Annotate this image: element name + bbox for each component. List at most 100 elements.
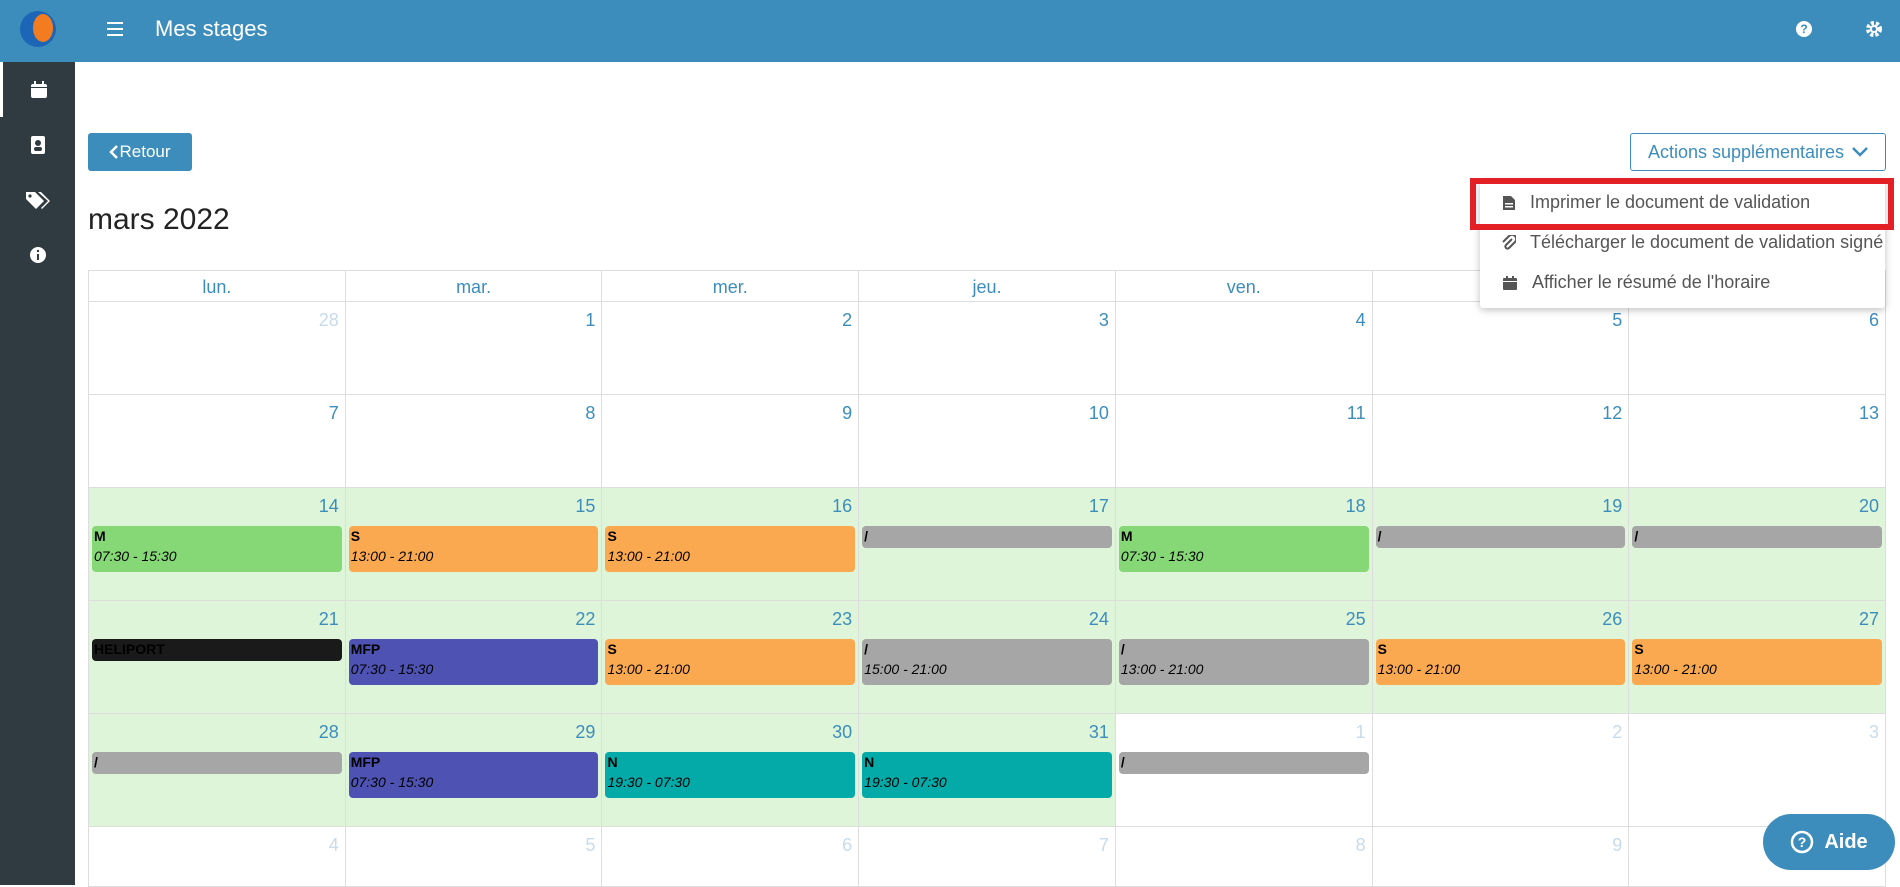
- schedule-event[interactable]: S 13:00 - 21:00: [348, 526, 599, 572]
- schedule-event[interactable]: /: [1118, 752, 1369, 774]
- svg-text:?: ?: [1798, 834, 1807, 850]
- calendar-day-cell[interactable]: 6: [1629, 302, 1887, 395]
- event-code: S: [1377, 641, 1387, 657]
- schedule-event[interactable]: / 13:00 - 21:00: [1118, 639, 1369, 685]
- day-number: 2: [842, 310, 853, 330]
- menu-item-schedule-summary[interactable]: Afficher le résumé de l'horaire: [1502, 272, 1770, 293]
- calendar-day-cell[interactable]: 14 M 07:30 - 15:30: [88, 488, 346, 601]
- event-time: 07:30 - 15:30: [350, 774, 434, 790]
- day-number: 23: [832, 609, 853, 629]
- menu-toggle-icon[interactable]: [107, 22, 123, 38]
- calendar-day-cell[interactable]: 26 S 13:00 - 21:00: [1372, 601, 1630, 714]
- help-icon[interactable]: ?: [1795, 20, 1813, 43]
- calendar-day-cell[interactable]: 27 S 13:00 - 21:00: [1629, 601, 1887, 714]
- day-number: 16: [832, 496, 853, 516]
- event-code: /: [864, 528, 869, 544]
- calendar-day-cell[interactable]: 30 N 19:30 - 07:30: [602, 714, 860, 827]
- schedule-event[interactable]: HELIPORT: [92, 639, 342, 661]
- sidebar-item-contacts[interactable]: [0, 117, 75, 172]
- calendar-day-cell[interactable]: 11: [1115, 395, 1373, 488]
- calendar-day-cell[interactable]: 25 / 13:00 - 21:00: [1115, 601, 1373, 714]
- gear-icon[interactable]: [1865, 20, 1883, 43]
- calendar-day-cell[interactable]: 6: [602, 827, 860, 887]
- calendar-day-cell[interactable]: 7: [859, 827, 1116, 887]
- calendar-day-cell[interactable]: 17 /: [859, 488, 1116, 601]
- calendar-day-cell[interactable]: 2: [602, 302, 860, 395]
- calendar-day-cell[interactable]: 20 /: [1629, 488, 1887, 601]
- schedule-event[interactable]: /: [1375, 526, 1626, 548]
- calendar-day-cell[interactable]: 15 S 13:00 - 21:00: [345, 488, 603, 601]
- schedule-event[interactable]: MFP 07:30 - 15:30: [348, 639, 599, 685]
- more-actions-button[interactable]: Actions supplémentaires: [1630, 133, 1886, 171]
- calendar-day-cell[interactable]: 12: [1372, 395, 1630, 488]
- schedule-event[interactable]: S 13:00 - 21:00: [605, 526, 856, 572]
- event-code: /: [1634, 528, 1639, 544]
- schedule-event[interactable]: MFP 07:30 - 15:30: [348, 752, 599, 798]
- day-number: 30: [832, 722, 853, 742]
- calendar-day-cell[interactable]: 22 MFP 07:30 - 15:30: [345, 601, 603, 714]
- calendar-day-cell[interactable]: 8: [345, 395, 603, 488]
- day-number: 26: [1602, 609, 1623, 629]
- menu-item-download-signed[interactable]: Télécharger le document de validation si…: [1502, 232, 1883, 253]
- calendar-day-cell[interactable]: 3: [1629, 714, 1887, 827]
- calendar-day-cell[interactable]: 18 M 07:30 - 15:30: [1115, 488, 1373, 601]
- calendar-day-cell[interactable]: 1/: [1115, 714, 1373, 827]
- app-logo[interactable]: [0, 0, 75, 62]
- schedule-event[interactable]: M 07:30 - 15:30: [1118, 526, 1369, 572]
- day-number: 28: [318, 722, 339, 742]
- schedule-event[interactable]: /: [92, 752, 342, 774]
- schedule-event[interactable]: / 15:00 - 21:00: [862, 639, 1112, 685]
- calendar-day-cell[interactable]: 10: [859, 395, 1116, 488]
- schedule-event[interactable]: /: [1632, 526, 1883, 548]
- calendar-day-cell[interactable]: 13: [1629, 395, 1887, 488]
- calendar-day-cell[interactable]: 16 S 13:00 - 21:00: [602, 488, 860, 601]
- sidebar-item-calendar[interactable]: [0, 62, 75, 117]
- help-chat-button[interactable]: ? Aide: [1763, 814, 1895, 870]
- back-button[interactable]: Retour: [88, 133, 192, 171]
- schedule-event[interactable]: S 13:00 - 21:00: [605, 639, 856, 685]
- month-title: mars 2022: [88, 203, 230, 236]
- menu-item-label: Télécharger le document de validation si…: [1530, 232, 1884, 252]
- day-number: 12: [1602, 403, 1623, 423]
- schedule-event[interactable]: M 07:30 - 15:30: [92, 526, 342, 572]
- day-number: 4: [328, 835, 339, 855]
- event-time: 13:00 - 21:00: [607, 661, 690, 677]
- calendar-day-cell[interactable]: 8: [1115, 827, 1373, 887]
- sidebar-item-tags[interactable]: [0, 172, 75, 227]
- day-number: 5: [585, 835, 596, 855]
- calendar-day-cell[interactable]: 9: [1372, 827, 1630, 887]
- event-code: N: [864, 754, 875, 770]
- day-number: 13: [1859, 403, 1880, 423]
- day-number: 27: [1859, 609, 1880, 629]
- calendar-day-cell[interactable]: 24 / 15:00 - 21:00: [859, 601, 1116, 714]
- calendar-day-cell[interactable]: 7: [88, 395, 346, 488]
- calendar-day-cell[interactable]: 5: [345, 827, 603, 887]
- calendar-day-cell[interactable]: 19 /: [1372, 488, 1630, 601]
- day-number: 29: [575, 722, 596, 742]
- day-number: 17: [1088, 496, 1109, 516]
- schedule-event[interactable]: S 13:00 - 21:00: [1375, 639, 1626, 685]
- paperclip-icon: [1502, 234, 1516, 250]
- day-number: 28: [318, 310, 339, 330]
- calendar-day-cell[interactable]: 28 /: [88, 714, 346, 827]
- calendar-day-cell[interactable]: 5: [1372, 302, 1630, 395]
- calendar-day-cell[interactable]: 1: [345, 302, 603, 395]
- weekday-label: lun.: [89, 271, 346, 301]
- calendar-day-cell[interactable]: 2: [1372, 714, 1630, 827]
- calendar-day-cell[interactable]: 29 MFP 07:30 - 15:30: [345, 714, 603, 827]
- calendar-day-cell[interactable]: 21 HELIPORT: [88, 601, 346, 714]
- day-number: 15: [575, 496, 596, 516]
- calendar-day-cell[interactable]: 4: [88, 827, 346, 887]
- sidebar-item-info[interactable]: [0, 227, 75, 282]
- schedule-event[interactable]: /: [862, 526, 1112, 548]
- calendar-day-cell[interactable]: 9: [602, 395, 860, 488]
- calendar-day-cell[interactable]: 31 N 19:30 - 07:30: [859, 714, 1116, 827]
- schedule-event[interactable]: N 19:30 - 07:30: [862, 752, 1112, 798]
- schedule-event[interactable]: S 13:00 - 21:00: [1632, 639, 1883, 685]
- calendar-day-cell[interactable]: 28: [88, 302, 346, 395]
- calendar-day-cell[interactable]: 4: [1115, 302, 1373, 395]
- calendar-day-cell[interactable]: 3: [859, 302, 1116, 395]
- calendar-day-cell[interactable]: 23 S 13:00 - 21:00: [602, 601, 860, 714]
- schedule-event[interactable]: N 19:30 - 07:30: [605, 752, 856, 798]
- day-number: 6: [1869, 310, 1880, 330]
